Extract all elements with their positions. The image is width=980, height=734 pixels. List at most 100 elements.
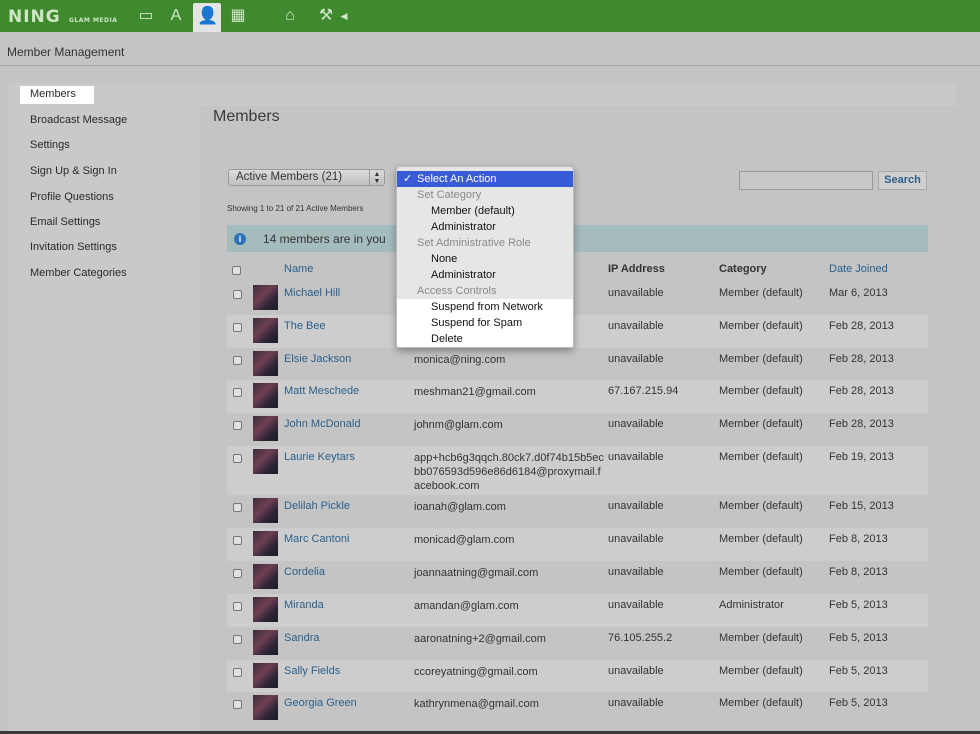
- info-text: 14 members are in you: [263, 232, 386, 246]
- avatar[interactable]: [253, 318, 278, 343]
- sidebar-item-email-settings[interactable]: Email Settings: [30, 216, 100, 228]
- select-all-checkbox[interactable]: [232, 266, 241, 275]
- table-row[interactable]: Laurie Keytars app+hcb6g3qqch.80ck7.d0f74…: [227, 446, 928, 495]
- column-header-name[interactable]: Name: [284, 263, 313, 275]
- member-filter-select[interactable]: Active Members (21) ▲ ▼: [228, 169, 385, 186]
- row-checkbox[interactable]: [233, 290, 242, 299]
- sidebar-item-member-categories[interactable]: Member Categories: [30, 267, 127, 279]
- ning-logo[interactable]: NING: [8, 7, 61, 27]
- row-checkbox[interactable]: [233, 503, 242, 512]
- member-name[interactable]: Matt Meschede: [284, 385, 359, 397]
- row-checkbox[interactable]: [233, 700, 242, 709]
- member-category: Member (default): [719, 353, 803, 365]
- avatar[interactable]: [253, 416, 278, 441]
- select-arrows-icon: ▲ ▼: [369, 170, 384, 185]
- table-row[interactable]: Marc Cantoni monicad@glam.com unavailable M…: [227, 528, 928, 561]
- sidebar-item-sign-up[interactable]: Sign Up & Sign In: [30, 165, 117, 177]
- apps-icon[interactable]: ▦: [228, 7, 248, 25]
- menu-option[interactable]: None: [397, 251, 573, 267]
- search-button[interactable]: Search: [878, 171, 927, 190]
- member-category: Member (default): [719, 566, 803, 578]
- members-heading: Members: [213, 108, 280, 125]
- table-row[interactable]: Michael Hill unavailable Member (default) M…: [227, 282, 928, 315]
- table-row[interactable]: Delilah Pickle ioanah@glam.com unavailable…: [227, 495, 928, 528]
- member-name[interactable]: John McDonald: [284, 418, 360, 430]
- row-checkbox[interactable]: [233, 356, 242, 365]
- member-name[interactable]: Cordelia: [284, 566, 325, 578]
- top-bar: NING GLAM MEDIA ▭ A 👤 ▦ ⌂ ⚒ ◀: [0, 0, 980, 32]
- tools-icon[interactable]: ⚒: [316, 7, 336, 25]
- member-email: ioanah@glam.com: [414, 501, 506, 513]
- member-name[interactable]: Sally Fields: [284, 665, 340, 677]
- page-subheader: Member Management: [0, 32, 980, 66]
- member-category: Administrator: [719, 599, 784, 611]
- member-name[interactable]: Delilah Pickle: [284, 500, 350, 512]
- avatar[interactable]: [253, 695, 278, 720]
- member-name[interactable]: The Bee: [284, 320, 326, 332]
- member-name[interactable]: Michael Hill: [284, 287, 340, 299]
- menu-option[interactable]: Administrator: [397, 219, 573, 235]
- menu-option[interactable]: Member (default): [397, 203, 573, 219]
- table-row[interactable]: John McDonald johnm@glam.com unavailable Me…: [227, 413, 928, 446]
- row-checkbox[interactable]: [233, 536, 242, 545]
- menu-item-select-action[interactable]: ✓ Select An Action: [397, 171, 573, 187]
- avatar[interactable]: [253, 663, 278, 688]
- table-row[interactable]: Matt Meschede meshman21@gmail.com 67.167.2…: [227, 380, 928, 413]
- member-name[interactable]: Miranda: [284, 599, 324, 611]
- menu-option[interactable]: Suspend from Network: [397, 299, 573, 315]
- table-row[interactable]: Elsie Jackson monica@ning.com unavailable M…: [227, 348, 928, 380]
- avatar[interactable]: [253, 597, 278, 622]
- member-date-joined: Feb 28, 2013: [829, 418, 894, 430]
- table-row[interactable]: Sally Fields ccoreyatning@gmail.com unavai…: [227, 660, 928, 692]
- member-name[interactable]: Laurie Keytars: [284, 451, 355, 463]
- row-checkbox[interactable]: [233, 602, 242, 611]
- row-checkbox[interactable]: [233, 635, 242, 644]
- collapse-arrow-icon[interactable]: ◀: [338, 7, 350, 25]
- member-name[interactable]: Sandra: [284, 632, 319, 644]
- avatar[interactable]: [253, 564, 278, 589]
- sidebar-item-broadcast-message[interactable]: Broadcast Message: [30, 114, 127, 126]
- row-checkbox[interactable]: [233, 323, 242, 332]
- avatar[interactable]: [253, 383, 278, 408]
- member-category: Member (default): [719, 451, 803, 463]
- row-checkbox[interactable]: [233, 388, 242, 397]
- row-checkbox[interactable]: [233, 668, 242, 677]
- column-header-date-joined[interactable]: Date Joined: [829, 263, 888, 275]
- avatar[interactable]: [253, 498, 278, 523]
- row-checkbox[interactable]: [233, 569, 242, 578]
- avatar[interactable]: [253, 630, 278, 655]
- row-checkbox[interactable]: [233, 454, 242, 463]
- avatar[interactable]: [253, 449, 278, 474]
- member-name[interactable]: Georgia Green: [284, 697, 357, 709]
- row-checkbox[interactable]: [233, 421, 242, 430]
- avatar[interactable]: [253, 531, 278, 556]
- member-name[interactable]: Elsie Jackson: [284, 353, 351, 365]
- home-icon[interactable]: ⌂: [280, 7, 300, 25]
- avatar[interactable]: [253, 351, 278, 376]
- table-row[interactable]: Miranda amandan@glam.com unavailable Admini…: [227, 594, 928, 627]
- table-row[interactable]: Cordelia joannaatning@gmail.com unavailabl…: [227, 561, 928, 594]
- member-date-joined: Feb 28, 2013: [829, 385, 894, 397]
- column-header-ip: IP Address: [608, 263, 665, 275]
- sidebar-item-profile-questions[interactable]: Profile Questions: [30, 191, 114, 203]
- monitor-icon[interactable]: ▭: [136, 7, 156, 25]
- menu-option[interactable]: Delete: [397, 331, 573, 347]
- sidebar-item-settings[interactable]: Settings: [30, 139, 70, 151]
- member-email: monicad@glam.com: [414, 534, 515, 546]
- table-row[interactable]: The Bee unavailable Member (default) Feb 28…: [227, 315, 928, 348]
- menu-option[interactable]: Suspend for Spam: [397, 315, 573, 331]
- members-icon[interactable]: 👤: [197, 6, 218, 26]
- member-email: johnm@glam.com: [414, 419, 503, 431]
- member-category: Member (default): [719, 697, 803, 709]
- avatar[interactable]: [253, 285, 278, 310]
- table-row[interactable]: Georgia Green kathrynmena@gmail.com unavai…: [227, 692, 928, 725]
- search-input[interactable]: [739, 171, 873, 190]
- table-row[interactable]: Sandra aaronatning+2@gmail.com 76.105.255.…: [227, 627, 928, 660]
- member-date-joined: Feb 15, 2013: [829, 500, 894, 512]
- member-name[interactable]: Marc Cantoni: [284, 533, 349, 545]
- sidebar-item-members[interactable]: Members: [30, 88, 76, 100]
- menu-option[interactable]: Administrator: [397, 267, 573, 283]
- appearance-icon[interactable]: A: [166, 7, 186, 25]
- action-menu[interactable]: ✓ Select An Action Set Category Member (d…: [396, 166, 574, 348]
- sidebar-item-invitation-settings[interactable]: Invitation Settings: [30, 241, 117, 253]
